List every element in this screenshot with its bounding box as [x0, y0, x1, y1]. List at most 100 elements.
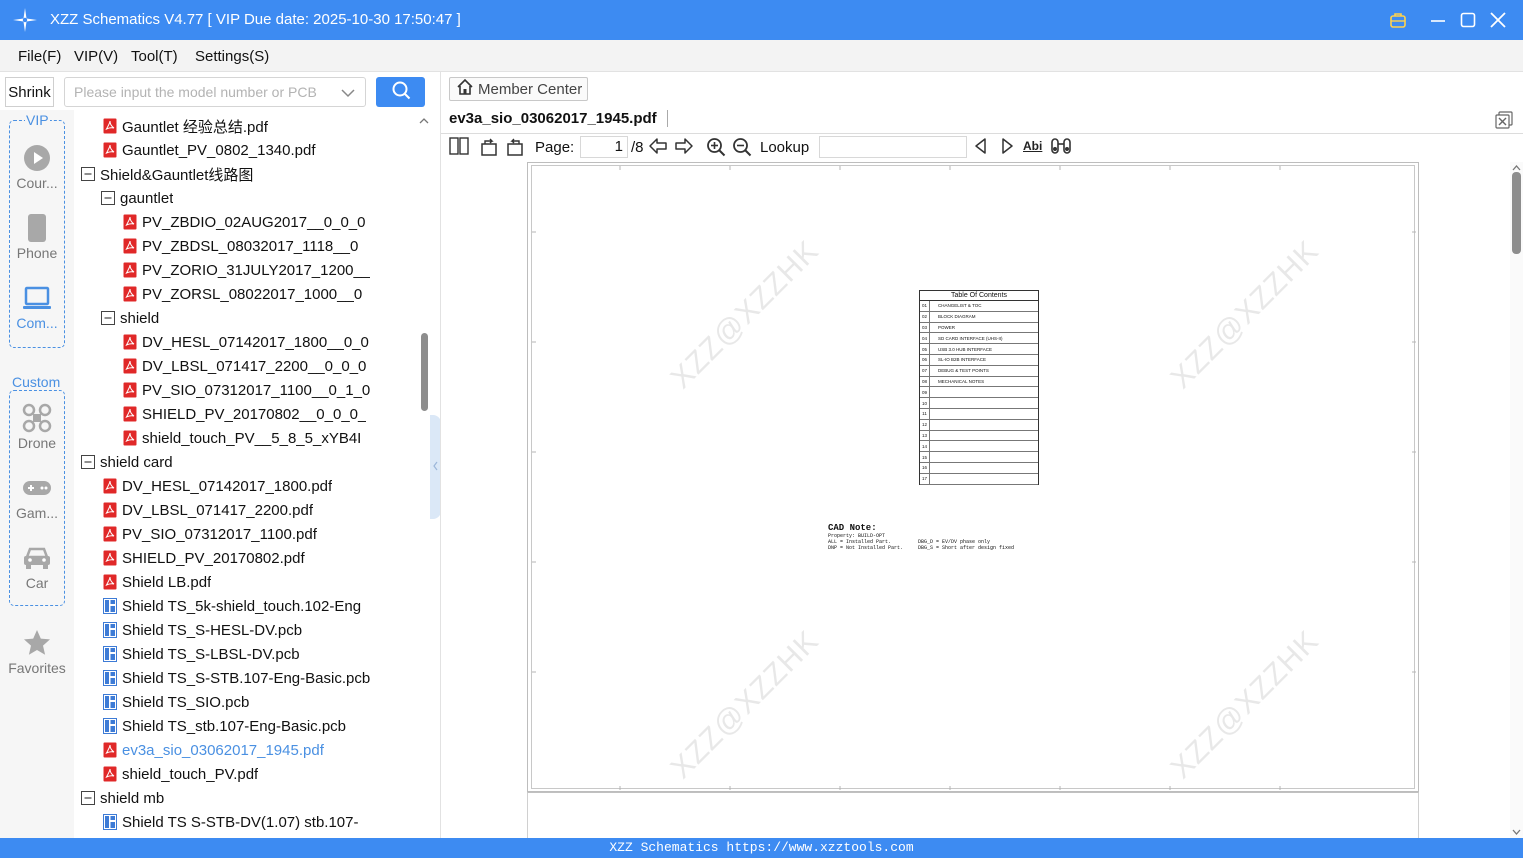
rail-item-courses[interactable]: Cour...: [0, 143, 74, 191]
rail-item-computer[interactable]: Com...: [0, 283, 74, 331]
tree-file[interactable]: DV_LBSL_071417_2200.pdf: [103, 498, 419, 522]
find-previous-icon[interactable]: [973, 137, 989, 155]
tree-file[interactable]: SHIELD_PV_20170802.pdf: [103, 546, 419, 570]
rail-item-games[interactable]: Gam...: [0, 473, 74, 521]
search-button[interactable]: [376, 77, 425, 107]
pcb-file-icon: [103, 694, 117, 710]
maximize-button[interactable]: [1456, 8, 1480, 32]
zoom-out-icon[interactable]: [732, 137, 752, 157]
rail-item-car[interactable]: Car: [0, 543, 74, 591]
viewer-scrollbar[interactable]: [1510, 162, 1523, 838]
rail-item-phone[interactable]: Phone: [0, 213, 74, 261]
model-search-input[interactable]: Please input the model number or PCB: [64, 77, 366, 107]
shrink-button[interactable]: Shrink: [5, 77, 54, 107]
tree-file[interactable]: DV_HESL_07142017_1800.pdf: [103, 474, 419, 498]
next-page-icon[interactable]: [674, 137, 694, 155]
toc-number: 16: [920, 462, 930, 473]
tree-file[interactable]: Shield LB.pdf: [103, 570, 419, 594]
table-of-contents: Table Of Contents 01 CHANGELIST & TOC 02 BL…: [919, 290, 1039, 485]
pdf-file-icon: [123, 430, 137, 446]
viewer-scrollbar-thumb[interactable]: [1512, 172, 1521, 254]
tree-file[interactable]: Shield TS_stb.107-Eng-Basic.pcb: [103, 714, 419, 738]
tree-file[interactable]: DV_HESL_07142017_1800__0_0: [123, 330, 419, 354]
toc-row: 13: [920, 430, 1038, 442]
menu-tool[interactable]: Tool(T): [131, 48, 178, 65]
pcb-file-icon: [103, 646, 117, 662]
play-icon: [0, 143, 74, 173]
menu-file[interactable]: File(F): [18, 48, 61, 65]
tree-scrollbar-thumb[interactable]: [421, 333, 428, 411]
tree-file[interactable]: PV_SIO_07312017_1100__0_1_0: [123, 378, 419, 402]
document-viewport[interactable]: XZZ@XZZHK XZZ@XZZHK XZZ@XZZHK XZZ@XZZHK …: [441, 162, 1510, 838]
collapse-icon[interactable]: [101, 311, 115, 325]
binoculars-icon[interactable]: [1050, 137, 1072, 155]
tree-file[interactable]: Shield TS S-STB-DV(1.07) stb.107-: [103, 810, 419, 834]
match-case-icon[interactable]: Abi: [1023, 139, 1042, 153]
tree-file[interactable]: PV_ZORSL_08022017_1000__0: [123, 282, 419, 306]
tree-file[interactable]: Shield TS_S-HESL-DV.pcb: [103, 618, 419, 642]
member-center-button[interactable]: Member Center: [449, 77, 588, 101]
vip-bag-icon[interactable]: [1386, 8, 1410, 32]
star-icon: [0, 628, 74, 658]
tree-file[interactable]: ev3a_sio_03062017_1945.pdf: [103, 738, 419, 762]
chevron-down-icon[interactable]: [341, 86, 355, 104]
drone-icon: [0, 403, 74, 433]
zoom-in-icon[interactable]: [706, 137, 726, 157]
two-page-view-icon[interactable]: [449, 137, 469, 155]
pdf-file-icon: [103, 142, 117, 158]
toc-row: 01 CHANGELIST & TOC: [920, 301, 1038, 312]
collapse-icon[interactable]: [81, 791, 95, 805]
toc-number: 01: [920, 301, 930, 311]
tree-file[interactable]: Shield TS_SIO.pcb: [103, 690, 419, 714]
close-tab-icon[interactable]: [1495, 111, 1513, 134]
collapse-icon[interactable]: [101, 191, 115, 205]
page-number-input[interactable]: 1: [580, 136, 628, 158]
tree-scrollbar[interactable]: [418, 110, 430, 838]
tree-folder[interactable]: shield card: [81, 450, 419, 474]
tree-file[interactable]: Shield TS_5k-shield_touch.102-Eng: [103, 594, 419, 618]
pdf-file-icon: [103, 766, 117, 782]
find-next-icon[interactable]: [999, 137, 1015, 155]
tree-folder[interactable]: shield: [101, 306, 419, 330]
tree-file[interactable]: Shield TS_S-STB.107-Eng-Basic.pcb: [103, 666, 419, 690]
tree-item-label: Shield TS_SIO.pcb: [122, 693, 250, 711]
tree-file[interactable]: Gauntlet 经验总结.pdf: [103, 114, 419, 138]
page-total: /8: [631, 139, 644, 156]
tree-file[interactable]: Gauntlet_PV_0802_1340.pdf: [103, 138, 419, 162]
tree-file[interactable]: SHIELD_PV_20170802__0_0_0_: [123, 402, 419, 426]
menu-vip[interactable]: VIP(V): [74, 48, 118, 65]
member-center-label: Member Center: [478, 80, 583, 98]
previous-page-icon[interactable]: [648, 137, 668, 155]
rotate-left-icon[interactable]: [479, 137, 499, 157]
tree-folder[interactable]: Shield&Gauntlet线路图: [81, 162, 419, 186]
tree-file[interactable]: shield_touch_PV.pdf: [103, 762, 419, 786]
tree-file[interactable]: shield_touch_PV__5_8_5_xYB4I: [123, 426, 419, 450]
close-button[interactable]: [1486, 8, 1510, 32]
rail-label: Car: [25, 575, 49, 591]
tree-file[interactable]: PV_ZBDSL_08032017_1118__0: [123, 234, 419, 258]
tree-file[interactable]: PV_SIO_07312017_1100.pdf: [103, 522, 419, 546]
tree-file[interactable]: DV_LBSL_071417_2200__0_0_0: [123, 354, 419, 378]
rail-label: Drone: [17, 435, 57, 451]
menu-settings[interactable]: Settings(S): [195, 48, 269, 65]
rail-item-favorites[interactable]: Favorites: [0, 628, 74, 676]
minimize-button[interactable]: [1426, 8, 1450, 32]
collapse-icon[interactable]: [81, 455, 95, 469]
tree-folder[interactable]: gauntlet: [101, 186, 419, 210]
document-tab[interactable]: ev3a_sio_03062017_1945.pdf: [449, 110, 668, 127]
tree-item-label: Shield TS S-STB-DV(1.07) stb.107-: [122, 813, 359, 831]
tree-file[interactable]: PV_ZORIO_31JULY2017_1200__: [123, 258, 419, 282]
tree-file[interactable]: Shield TS_S-LBSL-DV.pcb: [103, 642, 419, 666]
tree-file[interactable]: PV_ZBDIO_02AUG2017__0_0_0: [123, 210, 419, 234]
rotate-right-icon[interactable]: [505, 137, 525, 157]
pdf-file-icon: [103, 550, 117, 566]
rail-item-drone[interactable]: Drone: [0, 403, 74, 451]
pdf-file-icon: [103, 502, 117, 518]
lookup-input[interactable]: [819, 136, 967, 158]
tree-item-label: Shield TS_S-LBSL-DV.pcb: [122, 645, 300, 663]
rail-label: Phone: [16, 245, 58, 261]
collapse-icon[interactable]: [81, 167, 95, 181]
search-placeholder: Please input the model number or PCB: [74, 84, 317, 100]
vip-group-label: VIP: [25, 112, 50, 128]
tree-folder[interactable]: shield mb: [81, 786, 419, 810]
